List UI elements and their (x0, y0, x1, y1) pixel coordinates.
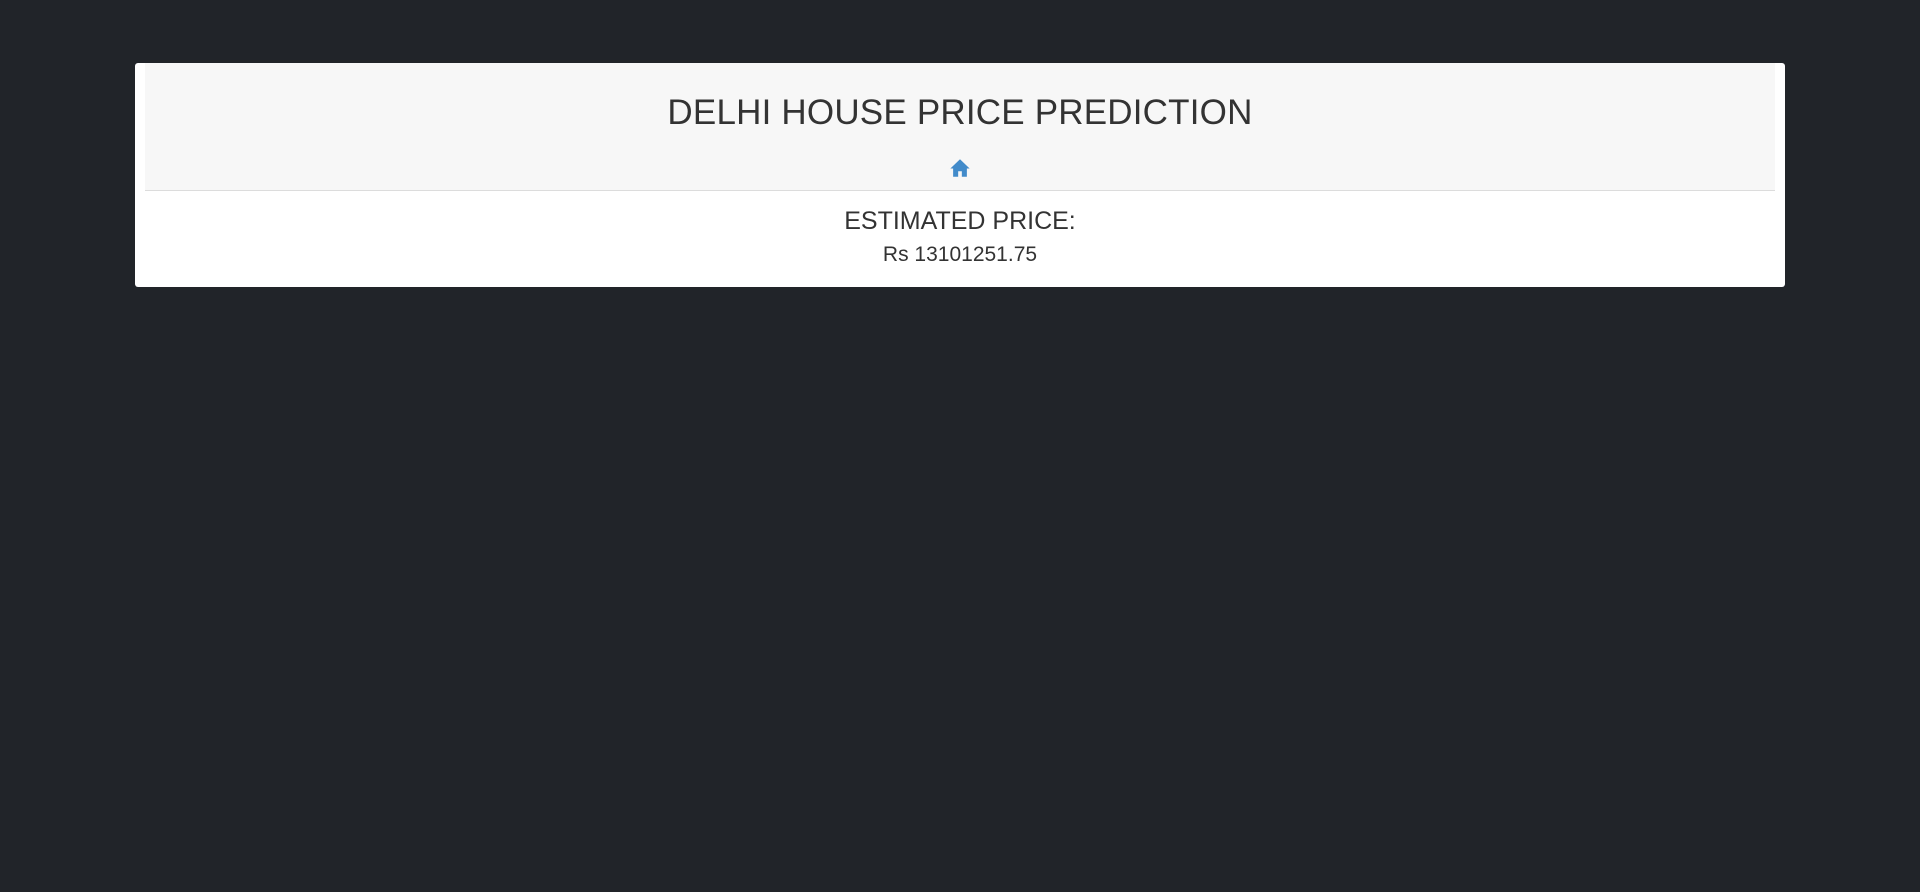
estimated-price-value: Rs 13101251.75 (882, 243, 1038, 266)
estimated-price-label: ESTIMATED PRICE: (844, 207, 1076, 235)
card-body: ESTIMATED PRICE: Rs 13101251.75 (145, 191, 1775, 286)
card-header: DELHI HOUSE PRICE PREDICTION (145, 63, 1775, 191)
result-card: DELHI HOUSE PRICE PREDICTION ESTIMATED P… (135, 63, 1785, 287)
home-button[interactable] (949, 157, 971, 179)
home-icon (950, 159, 970, 177)
page-title: DELHI HOUSE PRICE PREDICTION (667, 93, 1253, 132)
